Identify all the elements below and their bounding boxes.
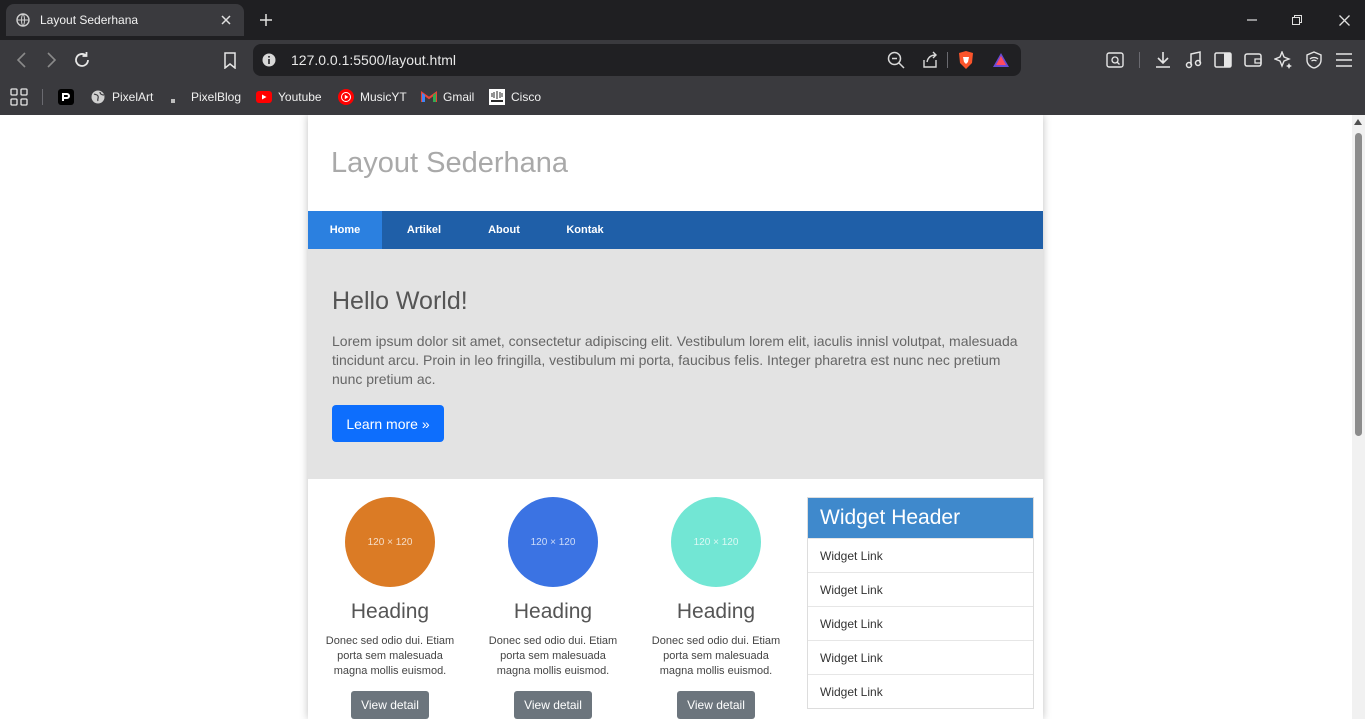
hero-heading: Hello World!	[332, 287, 468, 315]
column-text: Donec sed odio dui. Etiam porta sem male…	[325, 635, 455, 677]
feature-column: 120 × 120 Heading Donec sed odio dui. Et…	[320, 497, 460, 719]
browser-tab-bar: Layout Sederhana	[0, 0, 1365, 40]
download-icon[interactable]	[1152, 49, 1174, 71]
site-title: Layout Sederhana	[331, 147, 569, 179]
placeholder-image: 120 × 120	[671, 497, 761, 587]
sidebar-widget: Widget Header Widget Link Widget Link Wi…	[807, 497, 1034, 709]
address-bar[interactable]: 127.0.0.1:5500/layout.html	[253, 44, 1021, 76]
wallet-icon[interactable]	[1242, 49, 1264, 71]
pixelblog-icon	[169, 89, 185, 105]
pinned-app-icon	[58, 89, 74, 105]
widget-link[interactable]: Widget Link	[808, 572, 1033, 606]
music-icon[interactable]	[1182, 49, 1204, 71]
browser-toolbar: 127.0.0.1:5500/layout.html	[0, 40, 1365, 80]
view-detail-button[interactable]: View detail	[514, 691, 592, 719]
bookmark-gmail[interactable]: Gmail	[421, 87, 474, 107]
widget-link[interactable]: Widget Link	[808, 538, 1033, 572]
bookmark-youtube[interactable]: Youtube	[256, 87, 322, 107]
share-icon[interactable]	[920, 50, 940, 70]
address-separator	[947, 52, 948, 68]
bookmark-pinned[interactable]	[58, 87, 80, 107]
browser-tab[interactable]: Layout Sederhana	[6, 4, 244, 36]
cisco-icon	[489, 89, 505, 105]
apps-grid-icon[interactable]	[10, 87, 28, 107]
main-navigation: Home Artikel About Kontak	[308, 211, 1043, 249]
widget-link[interactable]: Widget Link	[808, 640, 1033, 674]
reload-icon[interactable]	[71, 49, 93, 71]
site-info-icon[interactable]	[259, 50, 279, 70]
close-tab-icon[interactable]	[218, 12, 234, 28]
nav-item-artikel[interactable]: Artikel	[382, 211, 466, 249]
hero-text: Lorem ipsum dolor sit amet, consectetur …	[332, 333, 1018, 387]
bookmark-icon[interactable]	[219, 49, 241, 71]
bookmarks-separator	[42, 89, 43, 105]
forward-icon[interactable]	[40, 49, 62, 71]
tab-search-icon[interactable]	[1104, 49, 1126, 71]
placeholder-image: 120 × 120	[508, 497, 598, 587]
column-text: Donec sed odio dui. Etiam porta sem male…	[488, 635, 618, 677]
bookmark-label: PixelBlog	[191, 90, 242, 104]
close-window-icon[interactable]	[1334, 10, 1354, 30]
bookmark-cisco[interactable]: Cisco	[489, 87, 541, 107]
restore-icon[interactable]	[1287, 10, 1307, 30]
hero-section: Hello World! Lorem ipsum dolor sit amet,…	[308, 249, 1043, 479]
placeholder-image: 120 × 120	[345, 497, 435, 587]
bookmark-label: PixelArt	[112, 90, 154, 104]
bookmarks-bar: PixelArt PixelBlog Youtube MusicYT Gmail…	[0, 80, 1365, 115]
toolbar-separator	[1139, 52, 1140, 68]
brave-rewards-icon[interactable]	[991, 50, 1011, 70]
tab-title: Layout Sederhana	[40, 13, 139, 27]
youtube-music-icon	[338, 89, 354, 105]
column-heading: Heading	[676, 600, 756, 623]
bookmark-musicyt[interactable]: MusicYT	[338, 87, 407, 107]
brave-shields-icon[interactable]	[956, 50, 976, 70]
scroll-up-arrow-icon[interactable]	[1354, 119, 1362, 125]
widget-link[interactable]: Widget Link	[808, 606, 1033, 640]
learn-more-button[interactable]: Learn more »	[332, 405, 444, 442]
leo-ai-icon[interactable]	[1272, 49, 1294, 71]
feature-column: 120 × 120 Heading Donec sed odio dui. Et…	[483, 497, 623, 719]
globe-icon	[16, 13, 30, 27]
minimize-icon[interactable]	[1242, 10, 1262, 30]
feature-column: 120 × 120 Heading Donec sed odio dui. Et…	[646, 497, 786, 719]
widget-link[interactable]: Widget Link	[808, 674, 1033, 708]
sidebar-icon[interactable]	[1212, 49, 1234, 71]
globe-icon	[90, 89, 106, 105]
page-viewport: Layout Sederhana Home Artikel About Kont…	[0, 115, 1365, 719]
column-heading: Heading	[513, 600, 593, 623]
nav-item-about[interactable]: About	[466, 211, 542, 249]
column-heading: Heading	[350, 600, 430, 623]
back-icon[interactable]	[11, 49, 33, 71]
youtube-icon	[256, 89, 272, 105]
bookmark-label: Gmail	[443, 90, 475, 104]
bookmark-pixelart[interactable]: PixelArt	[90, 87, 153, 107]
bookmark-label: MusicYT	[360, 90, 407, 104]
new-tab-icon[interactable]	[256, 10, 276, 30]
bookmark-label: Cisco	[511, 90, 542, 104]
gmail-icon	[421, 89, 437, 105]
url-text: 127.0.0.1:5500/layout.html	[291, 52, 457, 68]
vpn-icon[interactable]	[1303, 49, 1325, 71]
bookmark-label: Youtube	[278, 90, 322, 104]
bookmark-pixelblog[interactable]: PixelBlog	[169, 87, 241, 107]
scrollbar-thumb[interactable]	[1355, 133, 1362, 436]
widget-header: Widget Header	[808, 498, 1033, 538]
zoom-icon[interactable]	[886, 50, 906, 70]
menu-icon[interactable]	[1333, 49, 1355, 71]
view-detail-button[interactable]: View detail	[351, 691, 429, 719]
view-detail-button[interactable]: View detail	[677, 691, 755, 719]
vertical-scrollbar[interactable]	[1352, 115, 1365, 719]
page-container: Layout Sederhana Home Artikel About Kont…	[308, 115, 1043, 719]
column-text: Donec sed odio dui. Etiam porta sem male…	[651, 635, 781, 677]
nav-item-kontak[interactable]: Kontak	[542, 211, 628, 249]
nav-item-home[interactable]: Home	[308, 211, 382, 249]
